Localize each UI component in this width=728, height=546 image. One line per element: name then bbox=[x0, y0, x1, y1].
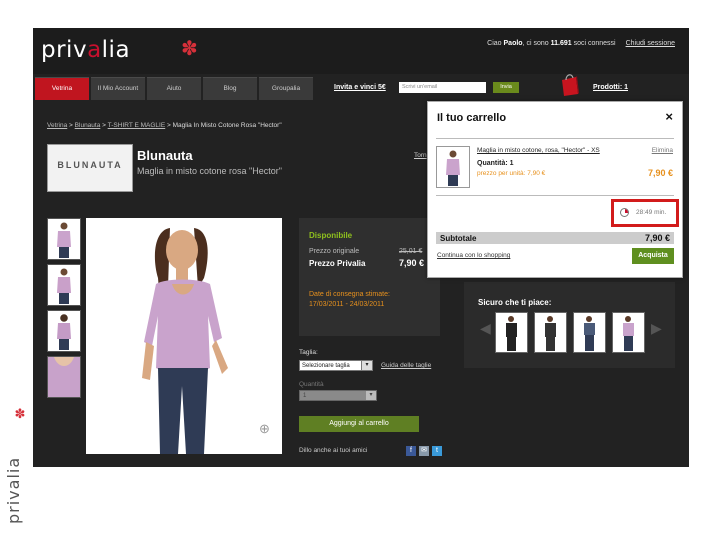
twitter-icon[interactable]: t bbox=[432, 446, 442, 456]
brand-logo-text: BLUNAUTA bbox=[57, 160, 123, 170]
cart-item-quantity: Quantità: 1 bbox=[477, 160, 514, 167]
breadcrumb: Vetrina > Blunauta > T-SHIRT E MAGLIE > … bbox=[47, 122, 282, 129]
breadcrumb-category[interactable]: T-SHIRT E MAGLIE bbox=[108, 122, 166, 129]
size-select-value: Selezionare taglia bbox=[302, 363, 350, 369]
subtotal-value: 7,90 € bbox=[644, 233, 670, 243]
original-price-value: 25,01 € bbox=[399, 248, 423, 255]
invite-link[interactable]: Invita e vinci 5€ bbox=[334, 84, 386, 91]
invite-email-input[interactable]: Scrivi un'email bbox=[399, 82, 486, 93]
privalia-price-label: Prezzo Privalia bbox=[309, 259, 366, 268]
original-price-label: Prezzo originale bbox=[309, 248, 360, 255]
greeting-hello: Ciao bbox=[487, 40, 502, 47]
user-name: Paolo bbox=[503, 40, 523, 47]
chevron-down-icon: ▾ bbox=[366, 391, 376, 400]
product-thumbnail[interactable] bbox=[47, 310, 81, 352]
members-count: 11.691 bbox=[550, 40, 572, 47]
delivery-label: Date di consegna stimate: bbox=[309, 291, 390, 298]
subtotal-label: Subtotale bbox=[440, 234, 477, 243]
top-bar: privalia ✽ Ciao Paolo, ci sono 11.691 so… bbox=[33, 28, 689, 74]
cart-products-link[interactable]: Prodotti: 1 bbox=[593, 84, 628, 91]
availability-label: Disponibile bbox=[309, 231, 353, 240]
logout-link[interactable]: Chiudi sessione bbox=[626, 40, 675, 47]
side-logo-text: privalia bbox=[5, 457, 23, 524]
related-product-thumbnail[interactable] bbox=[612, 312, 645, 353]
cart-item-price: 7,90 € bbox=[647, 168, 673, 178]
share-label: Dillo anche ai tuoi amici bbox=[299, 447, 368, 454]
checkout-button[interactable]: Acquista bbox=[632, 248, 674, 264]
invite-send-button[interactable]: Invia bbox=[493, 82, 519, 93]
back-link[interactable]: Torn bbox=[414, 152, 427, 159]
email-icon[interactable]: ✉ bbox=[419, 446, 429, 456]
delivery-info: Date di consegna stimate: 17/03/2011 - 2… bbox=[309, 290, 419, 310]
clock-icon bbox=[620, 208, 629, 217]
flower-icon: ✽ bbox=[15, 407, 25, 422]
logo-accent: a bbox=[87, 37, 102, 63]
quantity-value: 1 bbox=[303, 393, 307, 399]
cart-divider bbox=[436, 138, 674, 139]
privalia-price-value: 7,90 € bbox=[399, 258, 425, 268]
chevron-right-icon[interactable]: ▶ bbox=[651, 320, 662, 337]
delivery-dates: 17/03/2011 - 24/03/2011 bbox=[309, 301, 385, 308]
add-to-cart-button[interactable]: Aggiungi al carrello bbox=[299, 416, 419, 432]
tab-blog[interactable]: Blog bbox=[203, 77, 257, 100]
cart-popup: Il tuo carrello × Maglia in misto cotone… bbox=[427, 101, 683, 278]
breadcrumb-brand[interactable]: Blunauta bbox=[75, 122, 101, 129]
size-select[interactable]: Selezionare taglia ▾ bbox=[299, 360, 373, 371]
size-label: Taglia: bbox=[299, 349, 318, 356]
related-product-thumbnail[interactable] bbox=[573, 312, 606, 353]
main-nav: Vetrina Il Mio Account Aiuto Blog Groupa… bbox=[35, 77, 315, 100]
cart-item-thumbnail[interactable] bbox=[436, 146, 470, 188]
cart-divider bbox=[436, 195, 674, 196]
close-icon[interactable]: × bbox=[665, 109, 673, 124]
product-main-image[interactable] bbox=[86, 218, 282, 454]
timer-text: 28:49 min. bbox=[636, 209, 667, 216]
greeting-mid: , ci sono bbox=[522, 40, 549, 47]
product-title: Maglia in misto cotone rosa "Hector" bbox=[137, 166, 282, 176]
logo-text: priv bbox=[41, 37, 88, 63]
size-guide-link[interactable]: Guida delle taglie bbox=[381, 362, 431, 369]
brand-logo: BLUNAUTA bbox=[47, 144, 133, 192]
related-title: Sicuro che ti piace: bbox=[478, 298, 552, 307]
facebook-icon[interactable]: f bbox=[406, 446, 416, 456]
chevron-down-icon: ▾ bbox=[361, 361, 372, 370]
tab-groupalia[interactable]: Groupalia bbox=[259, 77, 313, 100]
related-product-thumbnail[interactable] bbox=[495, 312, 528, 353]
chevron-left-icon[interactable]: ◀ bbox=[480, 320, 491, 337]
quantity-select[interactable]: 1 ▾ bbox=[299, 390, 377, 401]
logo-text-tail: lia bbox=[101, 37, 131, 63]
breadcrumb-home[interactable]: Vetrina bbox=[47, 122, 67, 129]
side-logo: privalia ✽ bbox=[5, 407, 25, 524]
tab-account[interactable]: Il Mio Account bbox=[91, 77, 145, 100]
zoom-icon[interactable]: ⊕ bbox=[259, 421, 270, 437]
shopping-bag-icon[interactable] bbox=[561, 73, 579, 97]
tab-vetrina[interactable]: Vetrina bbox=[35, 77, 89, 100]
cart-item-name[interactable]: Maglia in misto cotone, rosa, "Hector" -… bbox=[477, 147, 600, 154]
breadcrumb-current: Maglia In Misto Cotone Rosa "Hector" bbox=[172, 122, 282, 129]
cart-item-unit-price: prezzo per unità: 7,90 € bbox=[477, 170, 546, 177]
reservation-timer: 28:49 min. bbox=[611, 199, 679, 227]
greeting: Ciao Paolo, ci sono 11.691 soci connessi… bbox=[487, 40, 675, 47]
brand-name: Blunauta bbox=[137, 148, 193, 163]
product-thumbnail[interactable] bbox=[47, 356, 81, 398]
remove-item-link[interactable]: Elimina bbox=[652, 147, 673, 154]
continue-shopping-link[interactable]: Continua con lo shopping bbox=[437, 252, 510, 259]
product-thumbnail[interactable] bbox=[47, 218, 81, 260]
flower-icon: ✽ bbox=[181, 38, 198, 60]
quantity-label: Quantità bbox=[299, 381, 324, 388]
privalia-logo[interactable]: privalia bbox=[41, 37, 130, 63]
tab-help[interactable]: Aiuto bbox=[147, 77, 201, 100]
product-thumbnail[interactable] bbox=[47, 264, 81, 306]
cart-title: Il tuo carrello bbox=[437, 112, 507, 124]
greeting-tail: soci connessi bbox=[573, 40, 616, 47]
related-product-thumbnail[interactable] bbox=[534, 312, 567, 353]
